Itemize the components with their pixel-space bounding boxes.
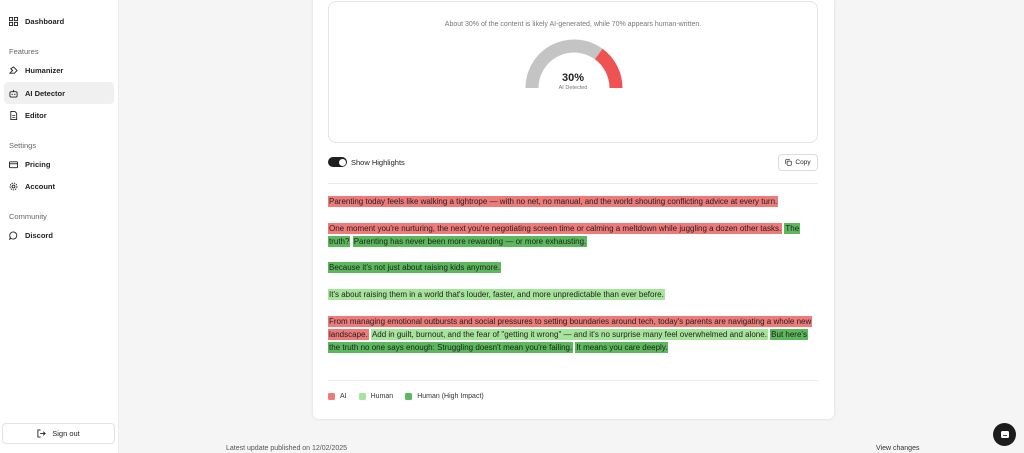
sign-out-icon xyxy=(37,429,46,438)
dashboard-icon xyxy=(9,16,18,26)
legend-swatch xyxy=(328,393,335,400)
sidebar-item-label: Editor xyxy=(25,110,47,120)
text-paragraph: One moment you're nurturing, the next yo… xyxy=(328,222,818,248)
legend-item: AI xyxy=(328,393,347,400)
sign-out-button[interactable]: Sign out xyxy=(2,423,115,444)
result-card: About 30% of the content is likely AI-ge… xyxy=(328,1,818,143)
legend-item: Human xyxy=(358,393,394,400)
sidebar-item-humanizer[interactable]: Humanizer xyxy=(4,59,114,81)
legend-item: Human (High Impact) xyxy=(405,393,484,400)
sidebar-item-discord[interactable]: Discord xyxy=(4,224,114,246)
legend-label: Human (High Impact) xyxy=(417,393,484,400)
document-icon xyxy=(9,110,18,120)
show-highlights-toggle[interactable] xyxy=(328,157,347,167)
copy-button[interactable]: Copy xyxy=(778,154,818,171)
highlight-human: It's about raising them in a world that'… xyxy=(328,289,665,300)
sidebar-item-ai-detector[interactable]: AI Detector xyxy=(4,82,114,104)
sidebar: Dashboard Features Humanizer AI Detector… xyxy=(0,0,119,453)
sidebar-item-label: Discord xyxy=(25,230,53,240)
sidebar-item-pricing[interactable]: Pricing xyxy=(4,153,114,175)
sign-out-label: Sign out xyxy=(52,429,80,438)
legend-swatch xyxy=(358,393,366,400)
latest-update-note: Latest update published on 12/02/2025 xyxy=(226,445,348,452)
sidebar-item-label: Humanizer xyxy=(25,65,64,75)
card-icon xyxy=(9,160,18,169)
text-paragraph: It's about raising them in a world that'… xyxy=(328,288,818,301)
legend-swatch xyxy=(405,393,413,400)
section-label-features: Features xyxy=(9,47,39,56)
divider xyxy=(328,183,818,184)
show-highlights-row: Show Highlights xyxy=(328,157,405,167)
sidebar-item-label: Pricing xyxy=(25,159,51,169)
highlight-high: It means you care deeply. xyxy=(575,342,669,353)
detection-summary: About 30% of the content is likely AI-ge… xyxy=(444,21,702,28)
sidebar-item-label: Account xyxy=(25,181,55,191)
copy-label: Copy xyxy=(795,159,811,166)
highlight-ai: Parenting today feels like walking a tig… xyxy=(328,196,779,207)
legend-label: AI xyxy=(340,393,347,400)
gear-icon xyxy=(9,182,18,191)
highlight-human: Add in guilt, burnout, and the fear of "… xyxy=(370,329,768,340)
highlight-high: Parenting has never been more rewarding … xyxy=(352,236,588,247)
bot-icon xyxy=(9,89,18,98)
copy-icon xyxy=(785,159,793,166)
chat-icon xyxy=(1000,430,1009,438)
gauge-label: AI Detected xyxy=(558,85,588,91)
highlight-legend: AI Human Human (High Impact) xyxy=(328,393,496,400)
highlight-high: Because it's not just about raising kids… xyxy=(328,262,501,273)
gauge-value: 30% xyxy=(561,72,585,84)
text-paragraph: From managing emotional outbursts and so… xyxy=(328,315,818,354)
highlight-ai: One moment you're nurturing, the next yo… xyxy=(328,223,783,234)
support-chat-button[interactable] xyxy=(993,423,1016,446)
detector-panel: About 30% of the content is likely AI-ge… xyxy=(313,0,834,419)
humanizer-icon xyxy=(9,65,18,75)
show-highlights-label: Show Highlights xyxy=(351,157,405,167)
text-paragraph: Parenting today feels like walking a tig… xyxy=(328,195,818,208)
section-label-settings: Settings xyxy=(9,141,37,150)
text-paragraph: Because it's not just about raising kids… xyxy=(328,261,818,274)
divider xyxy=(328,380,818,381)
sidebar-item-label: AI Detector xyxy=(25,88,66,98)
sidebar-item-dashboard[interactable]: Dashboard xyxy=(4,10,114,32)
sidebar-item-label: Dashboard xyxy=(25,16,65,26)
section-label-community: Community xyxy=(9,212,47,221)
legend-label: Human xyxy=(370,393,394,400)
sidebar-item-editor[interactable]: Editor xyxy=(4,104,114,126)
sidebar-item-account[interactable]: Account xyxy=(4,175,114,197)
chat-bubble-icon xyxy=(9,230,18,240)
view-changes-link[interactable]: View changes xyxy=(876,445,919,452)
